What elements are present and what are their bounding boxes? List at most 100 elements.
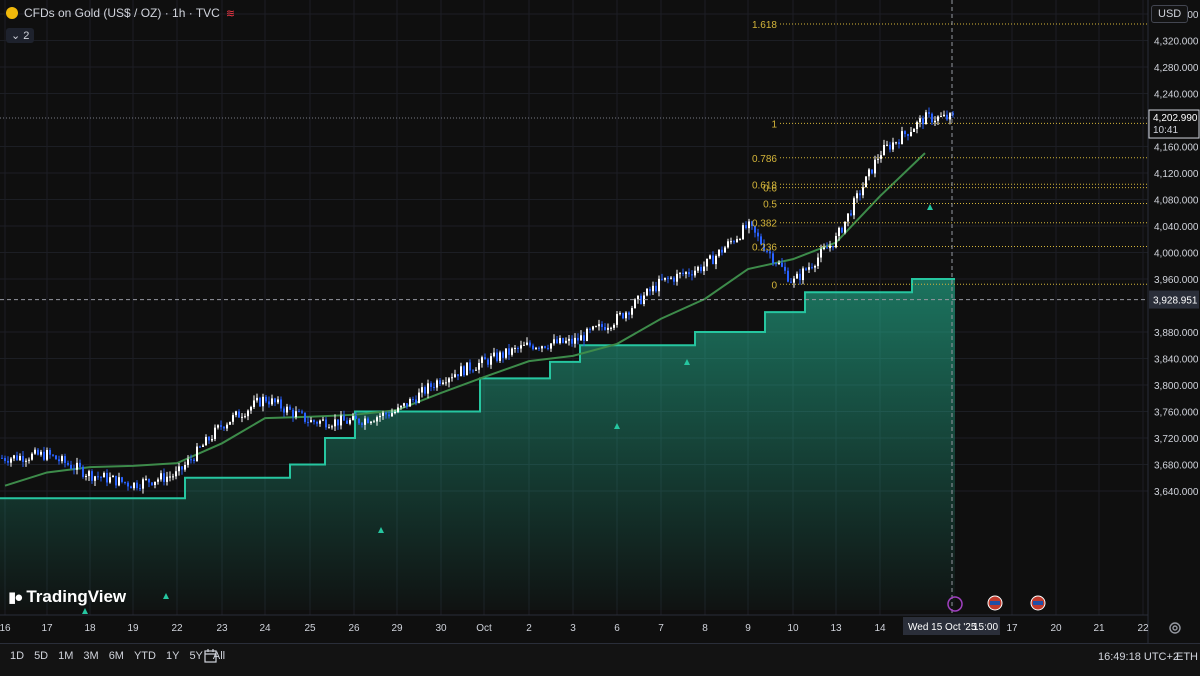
price-tick-6: 4,080.000 xyxy=(1154,196,1199,207)
candle-body xyxy=(784,266,786,271)
candle-body xyxy=(700,266,702,272)
timeframe-5d[interactable]: 5D xyxy=(34,650,48,662)
timeframe-1m[interactable]: 1M xyxy=(58,650,73,662)
price-tick-1: 4,320.000 xyxy=(1154,37,1199,48)
candle-body xyxy=(517,347,519,349)
price-chart[interactable]: 1.61810.7860.6180.60.50.3820.2360 4,360.… xyxy=(0,0,1200,643)
candle-body xyxy=(880,155,882,159)
candle-body xyxy=(949,113,951,120)
candle-body xyxy=(595,326,597,328)
candle-body xyxy=(280,399,282,409)
candle-body xyxy=(316,421,318,424)
candle-body xyxy=(493,352,495,357)
candle-body xyxy=(655,285,657,292)
candle-body xyxy=(598,324,600,327)
fib-label-8: 0 xyxy=(771,280,777,291)
time-tick-4: 22 xyxy=(171,623,183,634)
candle-body xyxy=(325,419,327,428)
candle-body xyxy=(418,392,420,403)
candle-body xyxy=(523,344,525,346)
candle-body xyxy=(661,278,663,280)
candle-body xyxy=(589,328,591,330)
candle-body xyxy=(427,383,429,394)
candle-body xyxy=(250,406,252,411)
candle-body xyxy=(352,416,354,420)
candle-body xyxy=(394,412,396,414)
time-tick-7: 25 xyxy=(304,623,316,634)
current-price-label: 4,202.990 xyxy=(1153,113,1198,124)
candle-body xyxy=(613,324,615,328)
settings-gear-icon[interactable] xyxy=(1168,621,1182,635)
time-tick-3: 19 xyxy=(127,623,139,634)
candle-body xyxy=(901,131,903,145)
candle-body xyxy=(688,272,690,275)
candle-body xyxy=(28,459,30,461)
tradingview-logo: ▮● TradingView xyxy=(8,587,126,607)
symbol-header[interactable]: CFDs on Gold (US$ / OZ) · 1h · TVC ≋ xyxy=(6,6,235,20)
candle-body xyxy=(730,241,732,243)
candle-body xyxy=(481,357,483,363)
candle-body xyxy=(310,420,312,423)
candle-body xyxy=(727,241,729,248)
candle-body xyxy=(814,266,816,268)
live-icon: ≋ xyxy=(225,7,236,20)
candle-body xyxy=(361,423,363,425)
candle-body xyxy=(685,272,687,274)
symbol-title[interactable]: CFDs on Gold (US$ / OZ) · 1h · TVC xyxy=(24,6,220,20)
timeframe-3m[interactable]: 3M xyxy=(83,650,98,662)
candle-body xyxy=(52,454,54,456)
candle-body xyxy=(307,421,309,423)
candle-body xyxy=(892,142,894,150)
candle-body xyxy=(79,462,81,467)
currency-selector[interactable]: USD xyxy=(1151,5,1189,23)
candle-body xyxy=(460,366,462,377)
candle-body xyxy=(820,249,822,258)
timeframe-1d[interactable]: 1D xyxy=(10,650,24,662)
candle-body xyxy=(196,446,198,462)
candle-body xyxy=(691,274,693,276)
clock-readout[interactable]: 16:49:18 UTC+2 xyxy=(1098,651,1179,663)
indicator-toggle[interactable]: ⌄ 2 xyxy=(6,28,35,43)
candle-body xyxy=(697,266,699,271)
candle-body xyxy=(34,449,36,454)
candle-body xyxy=(235,411,237,416)
economic-event-flag-stripe xyxy=(1033,601,1043,605)
candle-body xyxy=(43,451,45,460)
candle-body xyxy=(877,158,879,160)
candle-body xyxy=(616,313,618,325)
timeframe-5y[interactable]: 5Y xyxy=(189,650,202,662)
candle-body xyxy=(70,464,72,469)
candle-body xyxy=(97,476,99,478)
timeframe-1y[interactable]: 1Y xyxy=(166,650,179,662)
candle-body xyxy=(214,427,216,439)
candle-body xyxy=(148,478,150,483)
candle-body xyxy=(670,277,672,279)
date-range-icon[interactable] xyxy=(203,648,219,664)
time-tick-17: 9 xyxy=(745,623,751,634)
candle-body xyxy=(553,339,555,344)
candle-body xyxy=(274,398,276,403)
session-toggle[interactable]: ETH xyxy=(1176,651,1198,663)
timeframe-6m[interactable]: 6M xyxy=(109,650,124,662)
candle-body xyxy=(49,449,51,455)
candle-body xyxy=(406,403,408,407)
candle-body xyxy=(139,488,141,490)
candle-body xyxy=(853,198,855,216)
candle-body xyxy=(121,477,123,482)
candle-body xyxy=(13,455,15,459)
candle-body xyxy=(94,476,96,481)
candle-body xyxy=(478,362,480,370)
candle-body xyxy=(703,266,705,272)
gold-icon xyxy=(6,7,18,19)
price-tick-8: 4,000.000 xyxy=(1154,249,1199,260)
candle-body xyxy=(178,466,180,472)
candle-body xyxy=(736,239,738,243)
timeframe-ytd[interactable]: YTD xyxy=(134,650,156,662)
candle-body xyxy=(520,345,522,349)
candle-body xyxy=(415,399,417,403)
candle-body xyxy=(166,476,168,482)
candle-body xyxy=(388,414,390,417)
candle-body xyxy=(172,476,174,478)
candle-body xyxy=(142,479,144,489)
candle-body xyxy=(103,472,105,478)
